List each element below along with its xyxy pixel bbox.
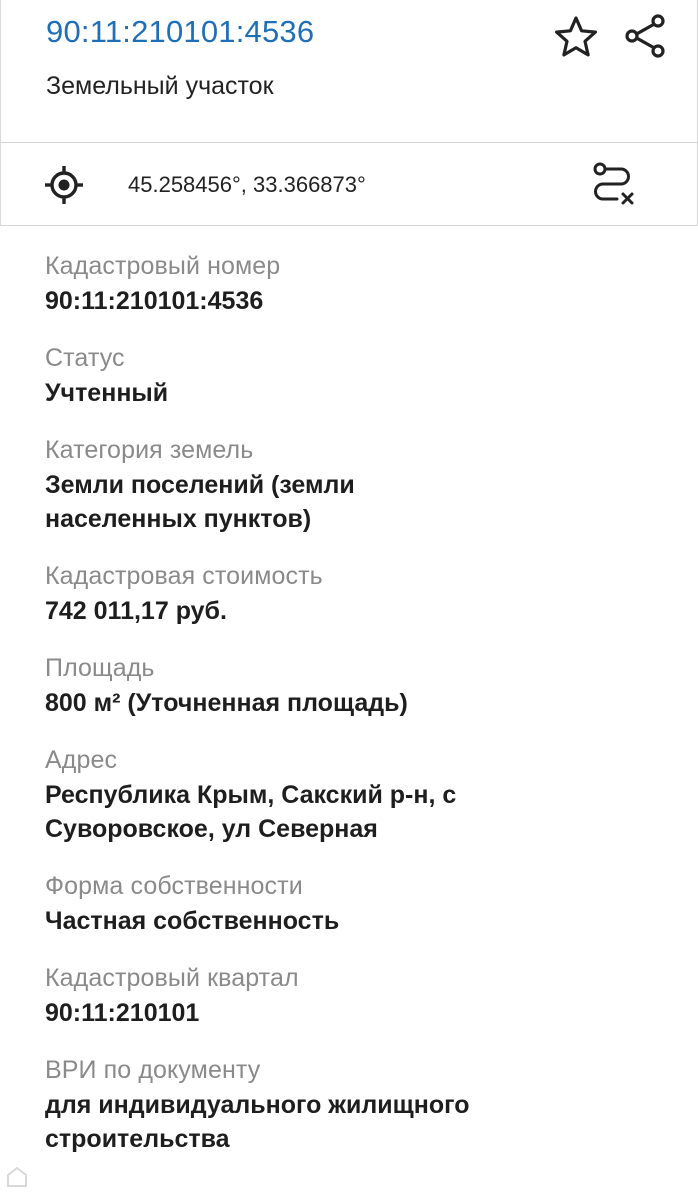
share-icon — [625, 14, 665, 58]
field-value: 90:11:210101 — [45, 999, 200, 1027]
coordinates-row: 45.258456°, 33.366873° — [0, 142, 698, 226]
watermark-icon — [7, 1166, 27, 1187]
share-button[interactable] — [621, 12, 669, 60]
field-land-category: Категория земель Земли поселений (земли … — [45, 432, 665, 536]
coordinates-text[interactable]: 45.258456°, 33.366873° — [128, 172, 366, 198]
crosshair-icon — [45, 166, 83, 204]
field-label: Площадь — [45, 654, 155, 682]
field-label: ВРИ по документу — [45, 1056, 261, 1084]
parcel-header: 90:11:210101:4536 Земельный участок — [0, 0, 698, 142]
route-button[interactable] — [591, 160, 637, 210]
field-value: 800 м² (Уточненная площадь) — [45, 689, 408, 717]
favorite-button[interactable] — [553, 14, 599, 60]
route-icon — [593, 162, 634, 205]
field-value: 90:11:210101:4536 — [45, 287, 264, 315]
cadastral-number-link[interactable]: 90:11:210101:4536 — [46, 14, 314, 50]
field-label: Кадастровый номер — [45, 252, 281, 280]
field-value: 742 011,17 руб. — [45, 597, 227, 625]
field-cadastral-quarter: Кадастровый квартал 90:11:210101 — [45, 960, 665, 1030]
field-cadastral-value: Кадастровая стоимость 742 011,17 руб. — [45, 558, 665, 628]
field-value: Учтенный — [45, 379, 169, 407]
parcel-type-subtitle: Земельный участок — [46, 72, 274, 100]
field-value: Частная собственность — [45, 907, 340, 935]
field-permitted-use: ВРИ по документу для индивидуального жил… — [45, 1052, 665, 1156]
field-ownership-form: Форма собственности Частная собственност… — [45, 868, 665, 938]
field-value: Республика Крым, Сакский р-н, с Суворовс… — [45, 781, 457, 843]
field-cadastral-number: Кадастровый номер 90:11:210101:4536 — [45, 248, 665, 318]
star-icon — [554, 16, 598, 57]
field-label: Категория земель — [45, 436, 254, 464]
locate-button[interactable] — [44, 165, 84, 205]
field-label: Статус — [45, 344, 125, 372]
field-label: Форма собственности — [45, 872, 303, 900]
field-area: Площадь 800 м² (Уточненная площадь) — [45, 650, 665, 720]
field-label: Кадастровый квартал — [45, 964, 299, 992]
parcel-details: Кадастровый номер 90:11:210101:4536 Стат… — [45, 248, 665, 1178]
field-label: Адрес — [45, 746, 118, 774]
watermark-logo — [6, 1166, 136, 1192]
field-label: Кадастровая стоимость — [45, 562, 323, 590]
field-value: Земли поселений (земли населенных пункто… — [45, 471, 355, 533]
field-address: Адрес Республика Крым, Сакский р-н, с Су… — [45, 742, 665, 846]
field-value: для индивидуального жилищного строительс… — [45, 1091, 470, 1153]
field-status: Статус Учтенный — [45, 340, 665, 410]
